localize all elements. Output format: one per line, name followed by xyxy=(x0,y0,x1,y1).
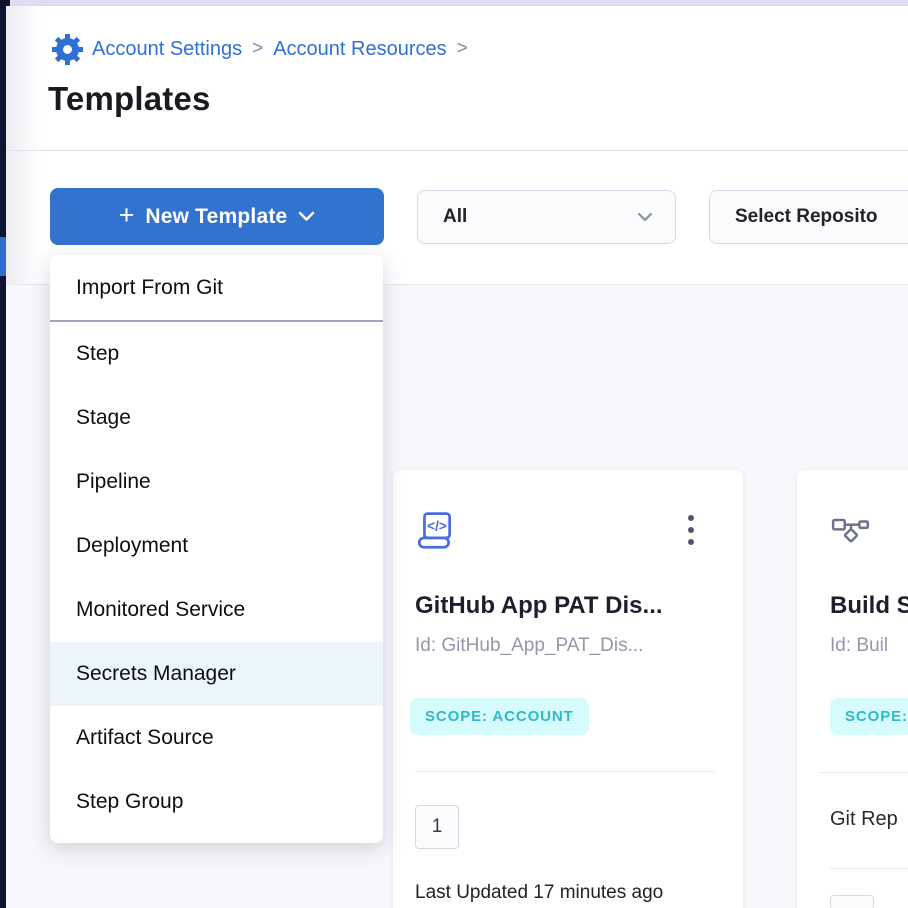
scope-badge: SCOPE: xyxy=(830,698,908,735)
last-updated-text: Last Updated 17 minutes ago xyxy=(415,882,663,904)
version-badge[interactable]: 1 xyxy=(415,805,459,849)
repo-filter-value: Select Reposito xyxy=(735,206,878,228)
chevron-down-icon xyxy=(298,211,315,222)
type-filter-value: All xyxy=(443,206,467,228)
active-nav-indicator xyxy=(0,237,6,276)
new-template-button[interactable]: + New Template xyxy=(50,188,384,245)
card-divider xyxy=(819,772,908,773)
template-type-filter[interactable]: All xyxy=(417,190,676,244)
breadcrumb-account-resources[interactable]: Account Resources xyxy=(273,38,446,61)
card-menu-kebab-icon[interactable] xyxy=(681,510,701,550)
top-edge-bar xyxy=(0,0,908,6)
menu-item-step-group[interactable]: Step Group xyxy=(50,770,383,834)
new-template-label: New Template xyxy=(145,205,287,229)
templates-page: Account Settings > Account Resources > T… xyxy=(0,0,908,908)
card-title: Build S xyxy=(830,592,908,620)
menu-item-deployment[interactable]: Deployment xyxy=(50,514,383,578)
svg-text:</>: </> xyxy=(427,518,447,533)
breadcrumb-separator: > xyxy=(251,38,264,60)
gear-icon xyxy=(52,34,83,65)
breadcrumb: Account Settings > Account Resources > xyxy=(52,33,469,65)
card-divider xyxy=(830,868,908,869)
breadcrumb-separator: > xyxy=(456,38,469,60)
menu-item-import-from-git[interactable]: Import From Git xyxy=(50,256,383,320)
plus-icon: + xyxy=(119,202,135,229)
menu-item-secrets-manager[interactable]: Secrets Manager xyxy=(50,642,383,706)
page-title: Templates xyxy=(48,80,211,118)
scope-badge: SCOPE: ACCOUNT xyxy=(410,698,589,735)
menu-item-artifact-source[interactable]: Artifact Source xyxy=(50,706,383,770)
version-badge[interactable] xyxy=(830,895,874,908)
menu-item-stage[interactable]: Stage xyxy=(50,386,383,450)
repository-filter[interactable]: Select Reposito xyxy=(709,190,908,244)
template-card-build-stage[interactable]: Build S Id: Buil SCOPE: Git Rep xyxy=(797,470,908,908)
chevron-down-icon xyxy=(637,212,653,222)
card-id: Id: Buil xyxy=(830,635,908,657)
new-template-dropdown-menu: Import From Git Step Stage Pipeline Depl… xyxy=(50,255,383,843)
menu-item-monitored-service[interactable]: Monitored Service xyxy=(50,578,383,642)
card-id: Id: GitHub_App_PAT_Dis... xyxy=(415,635,731,657)
header-divider xyxy=(6,150,908,151)
card-title: GitHub App PAT Dis... xyxy=(415,592,731,620)
menu-item-step[interactable]: Step xyxy=(50,322,383,386)
breadcrumb-account-settings[interactable]: Account Settings xyxy=(92,38,242,61)
git-repo-label: Git Rep xyxy=(830,808,898,831)
code-template-icon: </> xyxy=(415,510,457,552)
template-card-github-app-pat[interactable]: </> GitHub App PAT Dis... Id: GitHub_App… xyxy=(393,470,743,908)
card-divider xyxy=(415,771,715,772)
menu-item-pipeline[interactable]: Pipeline xyxy=(50,450,383,514)
stage-template-icon xyxy=(830,510,872,552)
